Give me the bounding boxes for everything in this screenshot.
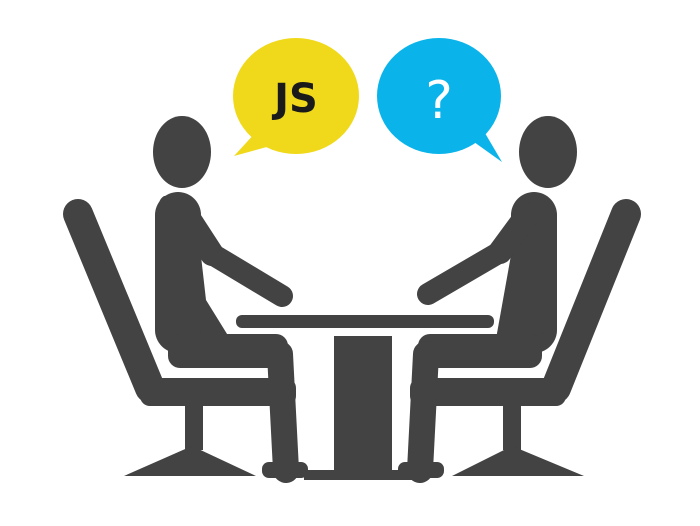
- bubble-js-text: JS: [271, 76, 318, 122]
- interview-illustration: JS ?: [63, 38, 641, 483]
- speech-bubble-question: ?: [377, 38, 502, 162]
- table-top: [236, 315, 494, 328]
- left-person: [153, 116, 308, 483]
- speech-bubble-js: JS: [233, 38, 359, 156]
- bubble-question-text: ?: [425, 71, 453, 131]
- right-person-head: [519, 116, 577, 188]
- right-person: [398, 116, 577, 483]
- table-stem: [334, 336, 392, 472]
- left-person-head: [153, 116, 211, 188]
